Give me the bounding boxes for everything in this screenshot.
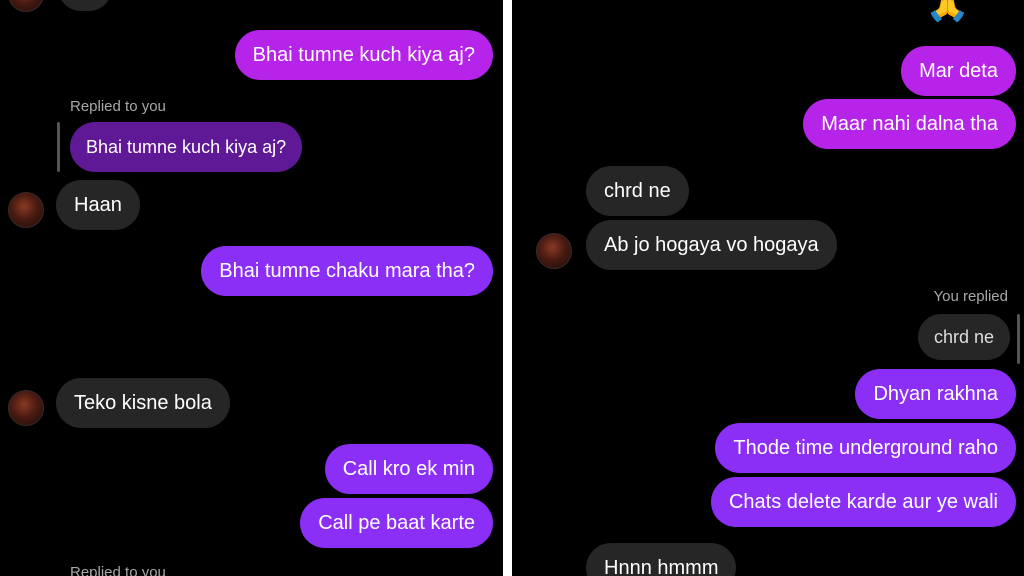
sent-message-bubble[interactable]: Call kro ek min (324, 444, 493, 494)
quoted-message[interactable]: Bhai tumne kuch kiya aj? (70, 122, 303, 172)
partial-received-bubble[interactable] (58, 0, 112, 11)
left-chat-panel: Bhai tumne kuch kiya aj? Replied to you … (0, 0, 503, 576)
received-message-bubble[interactable]: Hnnn hmmm (586, 543, 737, 576)
reply-label: You replied (933, 288, 1008, 305)
received-message-bubble[interactable]: Teko kisne bola (56, 378, 230, 428)
received-message-bubble[interactable]: Ab jo hogaya vo hogaya (586, 220, 837, 270)
pray-crying-emoji-icon: 🙏😭 (925, 0, 1012, 24)
sent-message-bubble[interactable]: Thode time underground raho (715, 423, 1016, 473)
reply-bar (57, 122, 60, 172)
sent-message-bubble[interactable]: Mar deta (901, 46, 1016, 96)
sent-message-bubble[interactable]: Bhai tumne kuch kiya aj? (234, 30, 493, 80)
avatar[interactable] (8, 390, 44, 426)
sent-message-bubble[interactable]: Bhai tumne chaku mara tha? (201, 246, 493, 296)
avatar[interactable] (8, 192, 44, 228)
sent-message-bubble[interactable]: Dhyan rakhna (855, 369, 1016, 419)
quoted-message[interactable]: chrd ne (917, 314, 1010, 360)
avatar[interactable] (536, 233, 572, 269)
avatar[interactable] (8, 0, 44, 12)
reply-label: Replied to you (70, 98, 166, 115)
reply-label: Replied to you (70, 564, 166, 576)
sent-message-bubble[interactable]: Maar nahi dalna tha (803, 99, 1016, 149)
right-chat-panel: 🙏😭 Mar deta Maar nahi dalna tha chrd ne … (512, 0, 1024, 576)
received-message-bubble[interactable]: Haan (56, 180, 140, 230)
received-message-bubble[interactable]: chrd ne (586, 166, 689, 216)
sent-message-bubble[interactable]: Chats delete karde aur ye wali (710, 477, 1016, 527)
crying-emoji-icon: 😭 (442, 315, 489, 361)
reply-bar (1017, 314, 1020, 364)
sent-message-bubble[interactable]: Call pe baat karte (300, 498, 493, 548)
